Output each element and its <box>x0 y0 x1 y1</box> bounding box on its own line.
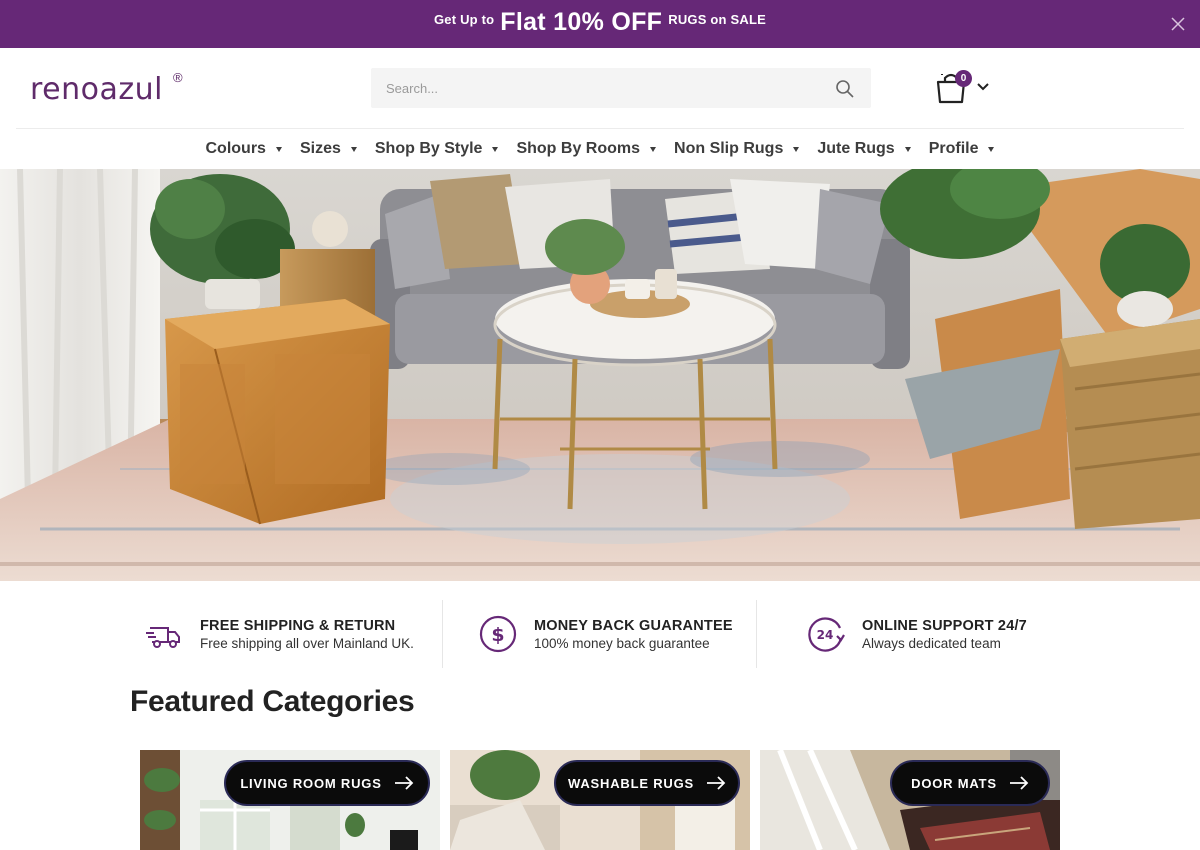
nav-item-label: Jute Rugs <box>817 140 895 157</box>
category-card-washable-rugs[interactable]: WASHABLE RUGS <box>450 750 750 850</box>
main-nav: Colours Sizes Shop By Style Shop By Room… <box>0 129 1200 169</box>
support-24-icon: 24 <box>808 617 845 652</box>
nav-item-label: Shop By Rooms <box>516 140 641 157</box>
nav-item-label: Profile <box>928 140 979 157</box>
featured-categories-heading: Featured Categories <box>130 685 415 718</box>
living-room-rugs-button[interactable]: LIVING ROOM RUGS <box>224 760 430 806</box>
nav-item-label: Colours <box>205 140 266 157</box>
caret-down-icon <box>650 146 657 152</box>
svg-text:$: $ <box>491 624 504 646</box>
category-button-label: LIVING ROOM RUGS <box>240 775 382 791</box>
nav-item-jute-rugs[interactable]: Jute Rugs <box>808 140 919 158</box>
nav-item-profile[interactable]: Profile <box>920 140 1004 158</box>
promo-bar: Get Up to Flat 10% OFF RUGS on SALE <box>0 0 1200 48</box>
feature-description: 100% money back guarantee <box>534 635 710 651</box>
search-input[interactable] <box>371 68 811 108</box>
site-logo[interactable]: renoazul <box>30 72 163 107</box>
nav-item-label: Sizes <box>299 140 341 157</box>
hero-image <box>0 169 1200 581</box>
category-button-label: DOOR MATS <box>911 775 997 791</box>
nav-item-shop-by-style[interactable]: Shop By Style <box>366 140 508 158</box>
feature-text: MONEY BACK GUARANTEE 100% money back gua… <box>534 618 733 651</box>
feature-free-shipping: FREE SHIPPING & RETURN Free shipping all… <box>144 600 414 668</box>
caret-down-icon <box>904 146 911 152</box>
nav-item-sizes[interactable]: Sizes <box>291 140 366 158</box>
nav-item-non-slip-rugs[interactable]: Non Slip Rugs <box>665 140 808 158</box>
hero-banner[interactable] <box>0 169 1200 581</box>
category-card-living-room-rugs[interactable]: LIVING ROOM RUGS <box>140 750 440 850</box>
feature-title: FREE SHIPPING & RETURN <box>200 617 396 634</box>
chevron-down-icon[interactable] <box>977 82 989 92</box>
caret-down-icon <box>350 146 357 152</box>
washable-rugs-button[interactable]: WASHABLE RUGS <box>554 760 740 806</box>
feature-description: Always dedicated team <box>862 635 1001 651</box>
feature-online-support: 24 ONLINE SUPPORT 24/7 Always dedicated … <box>806 600 1027 668</box>
feature-money-back: $ MONEY BACK GUARANTEE 100% money back g… <box>478 600 733 668</box>
delivery-truck-icon <box>146 627 180 648</box>
feature-divider <box>756 600 757 668</box>
feature-text: FREE SHIPPING & RETURN Free shipping all… <box>200 618 414 651</box>
promo-prefix: Get Up to <box>433 12 495 27</box>
feature-strip: FREE SHIPPING & RETURN Free shipping all… <box>130 600 1070 670</box>
category-button-label: WASHABLE RUGS <box>568 775 694 791</box>
feature-title: ONLINE SUPPORT 24/7 <box>862 617 1027 634</box>
category-card-door-mats[interactable]: DOOR MATS <box>760 750 1060 850</box>
promo-highlight: Flat 10% OFF <box>500 8 663 36</box>
search-bar <box>371 68 871 108</box>
nav-item-label: Shop By Style <box>374 140 483 157</box>
promo-suffix: RUGS on SALE <box>668 12 766 27</box>
site-header: renoazul ® 0 <box>0 48 1200 128</box>
caret-down-icon <box>988 146 995 152</box>
caret-down-icon <box>275 146 282 152</box>
feature-text: ONLINE SUPPORT 24/7 Always dedicated tea… <box>862 618 1027 651</box>
arrow-right-icon <box>394 776 413 790</box>
svg-text:24: 24 <box>817 628 834 642</box>
logo-registered-mark: ® <box>173 70 183 85</box>
search-icon[interactable] <box>835 79 855 99</box>
feature-title: MONEY BACK GUARANTEE <box>534 617 733 634</box>
feature-description: Free shipping all over Mainland UK. <box>200 635 414 651</box>
dollar-circle-icon: $ <box>479 615 517 653</box>
nav-item-label: Non Slip Rugs <box>674 140 784 157</box>
nav-item-colours[interactable]: Colours <box>197 140 291 158</box>
cart-count-badge: 0 <box>955 70 972 87</box>
caret-down-icon <box>793 146 800 152</box>
feature-divider <box>442 600 443 668</box>
caret-down-icon <box>492 146 499 152</box>
close-icon[interactable] <box>1170 16 1186 32</box>
arrow-right-icon <box>1009 776 1029 790</box>
door-mats-button[interactable]: DOOR MATS <box>890 760 1050 806</box>
nav-item-shop-by-rooms[interactable]: Shop By Rooms <box>507 140 665 158</box>
arrow-right-icon <box>706 776 726 790</box>
promo-message: Get Up to Flat 10% OFF RUGS on SALE <box>0 0 1200 48</box>
